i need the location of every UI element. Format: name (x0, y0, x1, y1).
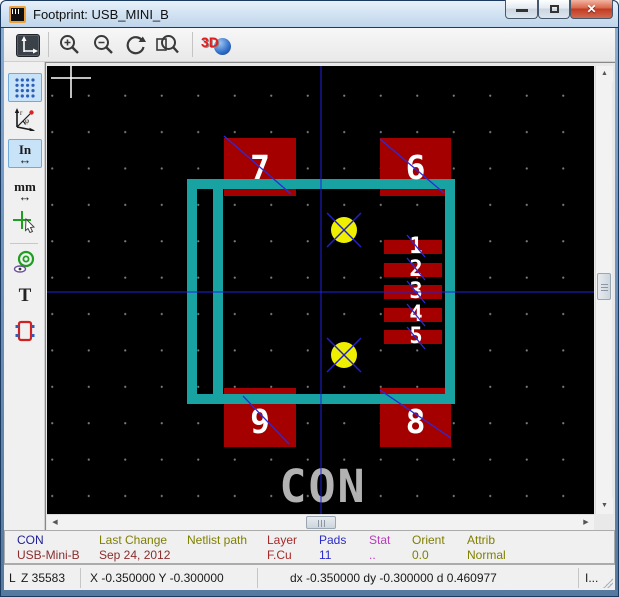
polar-coords-button[interactable]: r φ (8, 104, 42, 133)
reference-text[interactable]: CON (271, 460, 375, 513)
zoom-in-button[interactable] (56, 32, 84, 58)
zoom-out-button[interactable] (90, 32, 118, 58)
text-icon: T (19, 285, 32, 307)
pad-number: 1 (403, 234, 429, 259)
mounting-hole[interactable] (331, 342, 357, 368)
redraw-icon (124, 33, 148, 57)
value-label: USB-Mini-B (17, 548, 80, 562)
title-bar: Footprint: USB_MINI_B ✕ (0, 0, 619, 28)
maximize-button[interactable] (538, 0, 570, 19)
horizontal-scrollbar[interactable]: ◀ ▶ (47, 514, 594, 530)
status-divider (80, 568, 81, 588)
footprint-edges-button[interactable] (8, 316, 42, 345)
zoom-out-icon (92, 33, 116, 57)
zoom-selection-icon (154, 33, 180, 57)
text-tool-button[interactable]: T (8, 281, 42, 310)
orient-value: 0.0 (412, 548, 429, 562)
close-icon: ✕ (586, 2, 596, 16)
3d-viewer-icon: 3D (201, 33, 231, 57)
reference-label: CON (17, 533, 44, 547)
status-bar: L Z 35583 X -0.350000 Y -0.300000 dx -0.… (4, 564, 615, 590)
stat-label: Stat (369, 533, 390, 547)
canvas-frame: 7 6 9 8 1 2 3 4 5 CON (45, 62, 615, 530)
pad-number: 8 (380, 402, 451, 441)
3d-viewer-button[interactable]: 3D (199, 32, 233, 58)
layer-value: F.Cu (267, 548, 292, 562)
pad-number: 3 (403, 279, 429, 304)
redraw-button[interactable] (122, 32, 150, 58)
resize-grip[interactable] (603, 578, 613, 588)
svg-text:φ: φ (25, 117, 29, 125)
status-divider (578, 568, 579, 588)
fit-footprint-icon (16, 34, 40, 57)
zoom-level: Z 35583 (21, 571, 65, 585)
app-window: Footprint: USB_MINI_B ✕ (0, 0, 619, 597)
pad-number: 5 (403, 324, 429, 349)
horizontal-arrow-icon: ↔ (19, 192, 32, 201)
last-change-value: Sep 24, 2012 (99, 548, 170, 562)
grid-icon (14, 77, 36, 99)
scroll-down-button[interactable]: ▼ (596, 498, 613, 514)
orient-label: Orient (412, 533, 445, 547)
units-inches-button[interactable]: In ↔ (8, 139, 42, 168)
thumb-grip (318, 520, 319, 527)
attrib-value: Normal (467, 548, 506, 562)
minimize-button[interactable] (505, 0, 538, 19)
cursor-shape-icon (13, 209, 37, 233)
zoom-selection-button[interactable] (153, 32, 181, 58)
thumb-grip (601, 284, 608, 285)
units-indicator: I... (585, 571, 598, 585)
scroll-up-button[interactable]: ▲ (596, 66, 613, 82)
pad-number: 9 (224, 402, 296, 441)
netlist-path-label: Netlist path (187, 533, 247, 547)
zoom-in-icon (58, 33, 82, 57)
status-divider (257, 568, 258, 588)
3d-label: 3D (201, 34, 219, 50)
horizontal-arrow-icon: ↔ (19, 155, 32, 164)
mode-indicator: L (9, 571, 16, 585)
attrib-label: Attrib (467, 533, 495, 547)
relative-position: dx -0.350000 dy -0.300000 d 0.460977 (290, 571, 497, 585)
cursor-shape-button[interactable] (8, 206, 42, 235)
last-change-label: Last Change (99, 533, 167, 547)
layer-label: Layer (267, 533, 297, 547)
pads-label: Pads (319, 533, 346, 547)
fit-footprint-button[interactable] (14, 32, 42, 58)
horizontal-scroll-thumb[interactable] (306, 516, 336, 529)
pad-display-button[interactable] (8, 247, 42, 276)
grid-toggle-button[interactable] (8, 73, 42, 102)
units-mm-button[interactable]: mm ↔ (8, 176, 42, 205)
pad-number: 6 (380, 148, 451, 187)
footprint-edges-icon (13, 319, 37, 343)
app-icon (9, 6, 26, 23)
vertical-scrollbar[interactable]: ▲ ▼ (595, 66, 612, 514)
mounting-hole[interactable] (331, 217, 357, 243)
scroll-right-button[interactable]: ▶ (578, 515, 594, 531)
pad-number: 7 (224, 148, 296, 187)
scroll-left-button[interactable]: ◀ (47, 515, 63, 531)
close-button[interactable]: ✕ (570, 0, 613, 19)
stat-value: .. (369, 548, 376, 562)
pads-count: 11 (319, 548, 331, 562)
footprint-info-panel: CON USB-Mini-B Last Change Sep 24, 2012 … (4, 530, 615, 564)
window-title: Footprint: USB_MINI_B (33, 7, 169, 22)
svg-text:r: r (20, 109, 23, 117)
toolbar-separator (192, 32, 193, 57)
minimize-icon (516, 9, 528, 12)
vertical-scroll-thumb[interactable] (597, 273, 611, 300)
top-toolbar: 3D (4, 28, 615, 62)
left-toolbar: r φ In ↔ mm ↔ (4, 62, 45, 530)
editor-canvas[interactable]: 7 6 9 8 1 2 3 4 5 CON (47, 66, 594, 514)
pad-display-icon (13, 250, 37, 274)
toolbar-separator (48, 32, 49, 57)
cursor-crosshair (51, 66, 91, 98)
cursor-position: X -0.350000 Y -0.300000 (90, 571, 224, 585)
polar-coords-icon: r φ (13, 107, 37, 131)
toolbar-separator (10, 243, 38, 244)
maximize-icon (550, 5, 559, 13)
footprint-outline-divider[interactable] (213, 179, 223, 404)
